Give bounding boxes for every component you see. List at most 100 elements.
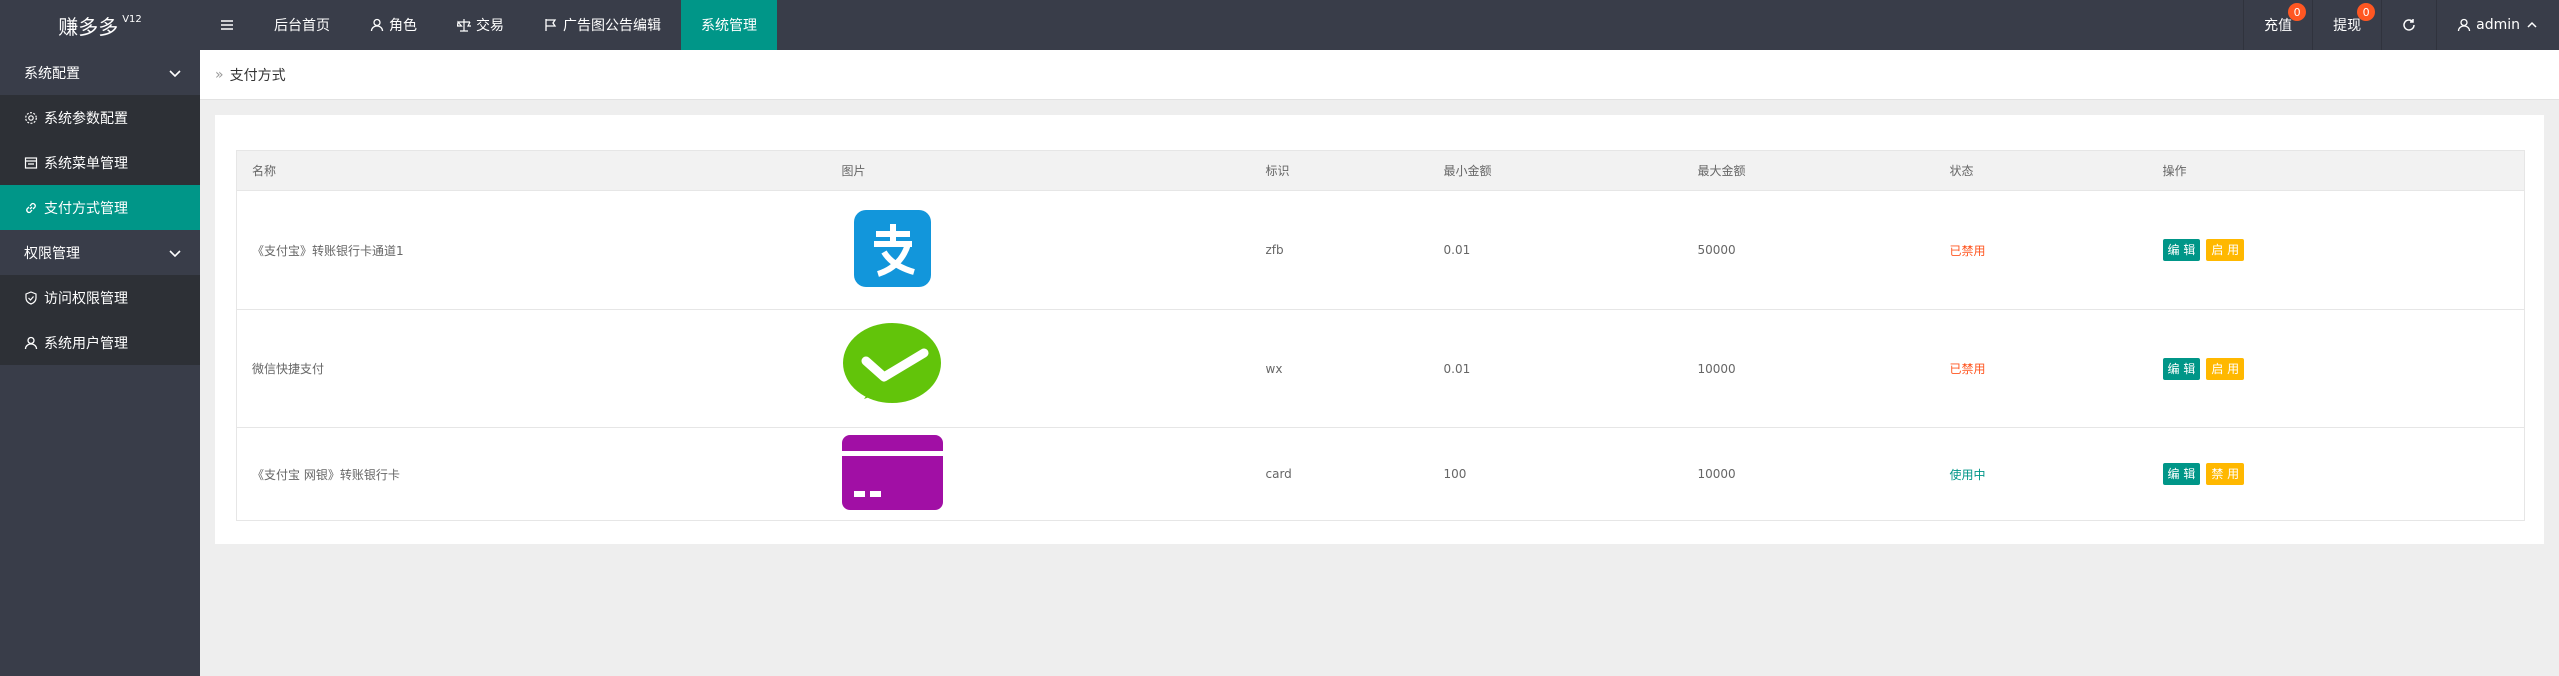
cell-actions: 编 辑启 用 [2147,190,2525,310]
sidebar-item-system-users[interactable]: 系统用户管理 [0,320,200,365]
sidebar-group-system-config[interactable]: 系统配置 [0,50,200,95]
recharge-button[interactable]: 充值 0 [2243,0,2312,50]
sidebar-item-label: 系统参数配置 [44,110,128,127]
recharge-badge: 0 [2288,3,2307,21]
user-icon [24,336,38,349]
top-nav: 后台首页 角色 交易 广告图公告编辑 系统管理 [200,0,777,50]
sidebar-item-access-permissions[interactable]: 访问权限管理 [0,275,200,320]
withdraw-button[interactable]: 提现 0 [2312,0,2381,50]
sidebar-item-system-params[interactable]: 系统参数配置 [0,95,200,140]
withdraw-badge: 0 [2357,3,2376,21]
chevron-down-icon [169,250,181,258]
chevron-up-icon [2527,21,2537,28]
cell-name: 微信快捷支付 [236,309,827,428]
cell-id: wx [1250,309,1429,428]
user-icon [370,18,384,32]
nav-ads[interactable]: 广告图公告编辑 [524,0,681,50]
breadcrumb-current: 支付方式 [229,67,286,84]
sidebar: 系统配置 系统参数配置 系统菜单管理 支付方式管理 权限管理 访问权限管理 系统… [0,50,200,676]
nav-home-label: 后台首页 [274,18,330,34]
status-badge: 已禁用 [1934,309,2148,428]
alipay-logo [853,210,931,290]
menu-toggle-button[interactable] [200,0,254,50]
status-badge: 使用中 [1934,427,2148,521]
cell-id: card [1250,427,1429,521]
cell-actions: 编 辑禁 用 [2147,427,2525,521]
nav-home[interactable]: 后台首页 [254,0,350,50]
nav-system-label: 系统管理 [701,18,757,34]
sidebar-item-label: 系统用户管理 [44,335,128,352]
sidebar-group-label: 权限管理 [24,245,80,262]
cell-image [826,427,1251,521]
nav-role-label: 角色 [389,18,417,34]
edit-button[interactable]: 编 辑 [2162,357,2201,380]
column-header-status: 状态 [1934,150,2148,191]
column-header-max: 最大金额 [1682,150,1935,191]
column-header-min: 最小金额 [1428,150,1683,191]
column-header-id: 标识 [1250,150,1429,191]
gear-icon [25,111,37,124]
edit-button[interactable]: 编 辑 [2162,239,2201,261]
wechat-logo [842,321,942,416]
nav-trade-label: 交易 [476,18,504,34]
breadcrumb-separator-icon: » [215,66,224,83]
user-menu[interactable]: admin [2436,0,2559,50]
nav-trade[interactable]: 交易 [437,0,524,50]
sidebar-item-label: 系统菜单管理 [44,155,128,172]
cell-max: 10000 [1682,309,1935,428]
flag-icon [545,19,557,31]
scale-icon [457,19,471,32]
cell-actions: 编 辑启 用 [2147,309,2525,428]
cell-id: zfb [1250,190,1429,310]
sidebar-submenu: 访问权限管理 系统用户管理 [0,275,200,365]
nav-role[interactable]: 角色 [350,0,437,50]
table-header-row: 名称 图片 标识 最小金额 最大金额 状态 操作 [236,150,2525,191]
app-logo[interactable]: 赚多多 V12 [0,0,200,50]
column-header-image: 图片 [826,150,1251,191]
link-icon [26,202,36,213]
edit-button[interactable]: 编 辑 [2162,463,2201,485]
sidebar-item-label: 支付方式管理 [44,200,128,217]
top-header: 赚多多 V12 后台首页 角色 交易 广告图公告编辑 系统管理 充值 0 提现 0 [0,0,2559,50]
recharge-label: 充值 [2264,18,2293,34]
cell-name: 《支付宝 网银》转账银行卡 [236,427,827,521]
table-row: 《支付宝》转账银行卡通道1 zfb 0.01 50000 已禁用 编 辑启 用 [236,190,2525,310]
sidebar-item-payment-methods[interactable]: 支付方式管理 [0,185,200,230]
bankcard-logo [841,435,943,513]
cell-min: 100 [1428,427,1683,521]
breadcrumb: » 支付方式 [200,50,2559,100]
cell-max: 50000 [1682,190,1935,310]
list-icon [24,156,38,169]
sidebar-item-system-menu[interactable]: 系统菜单管理 [0,140,200,185]
cell-name: 《支付宝》转账银行卡通道1 [236,190,827,310]
app-title: 赚多多 [58,14,119,39]
sidebar-item-label: 访问权限管理 [44,290,128,307]
app-version: V12 [122,13,142,25]
user-name: admin [2476,17,2520,33]
sidebar-group-label: 系统配置 [24,65,80,82]
user-icon [2457,18,2471,32]
shield-icon [25,290,37,305]
column-header-name: 名称 [236,150,827,191]
refresh-button[interactable] [2381,0,2436,50]
menu-icon [221,20,233,30]
enable-button[interactable]: 启 用 [2206,357,2245,380]
disable-button[interactable]: 禁 用 [2206,463,2245,485]
sidebar-group-permissions[interactable]: 权限管理 [0,230,200,275]
status-badge: 已禁用 [1934,190,2148,310]
sidebar-submenu: 系统参数配置 系统菜单管理 支付方式管理 [0,95,200,230]
cell-min: 0.01 [1428,309,1683,428]
nav-ads-label: 广告图公告编辑 [563,18,661,34]
content-card: 名称 图片 标识 最小金额 最大金额 状态 操作 《支付宝》转账银行卡通道1 z… [215,115,2544,544]
cell-max: 10000 [1682,427,1935,521]
cell-image [826,309,1251,428]
table-row: 微信快捷支付 wx 0.01 10000 已禁用 编 辑启 用 [236,309,2525,428]
cell-image [826,190,1251,310]
withdraw-label: 提现 [2333,18,2362,34]
top-right-actions: 充值 0 提现 0 admin [2243,0,2559,50]
chevron-down-icon [169,70,181,78]
nav-system[interactable]: 系统管理 [681,0,777,50]
enable-button[interactable]: 启 用 [2206,239,2245,261]
cell-min: 0.01 [1428,190,1683,310]
column-header-actions: 操作 [2147,150,2525,191]
